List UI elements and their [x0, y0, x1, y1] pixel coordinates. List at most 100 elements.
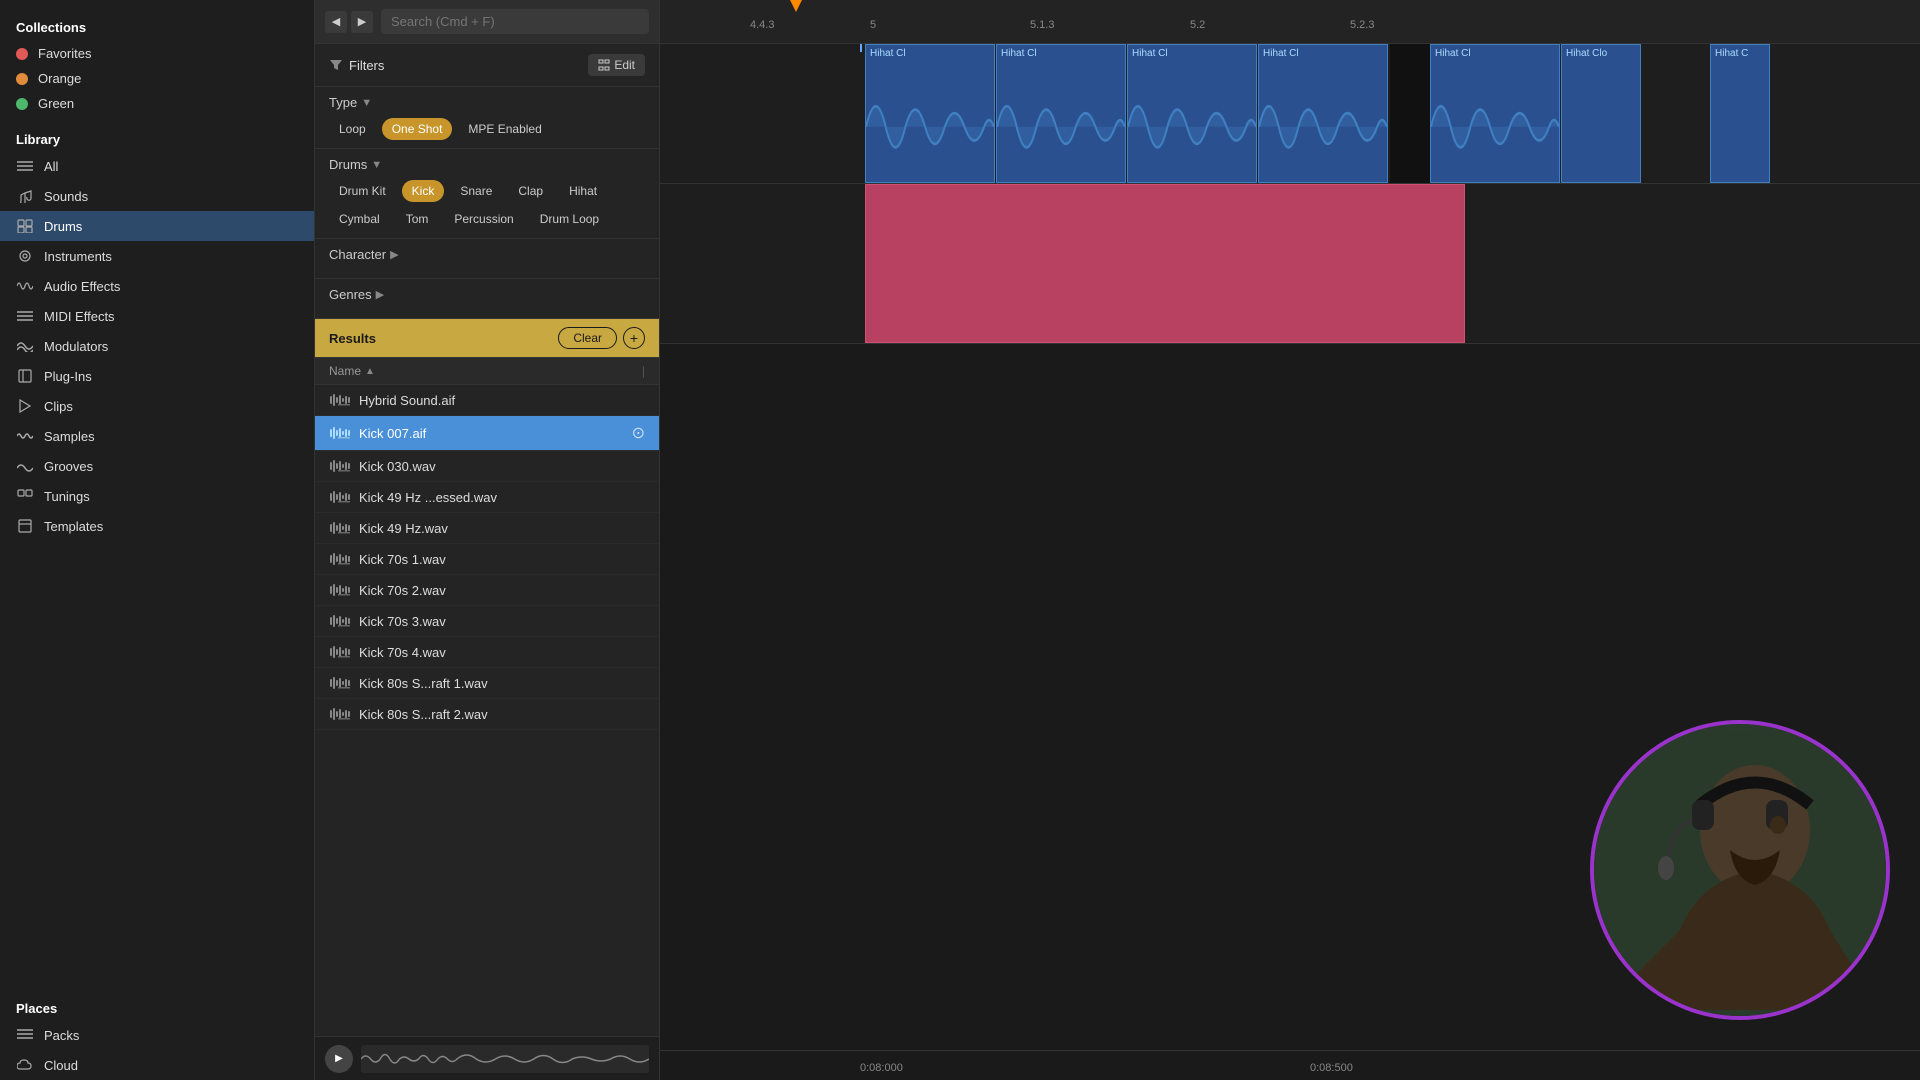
drum-tags: Drum Kit Kick Snare Clap Hihat Cymbal To… [329, 180, 645, 230]
clip[interactable]: Hihat Cl [1430, 44, 1560, 183]
favorites-item[interactable]: Favorites [0, 41, 314, 66]
clip[interactable]: Hihat Cl [1258, 44, 1388, 183]
type-tags: Loop One Shot MPE Enabled [329, 118, 645, 140]
instruments-icon [16, 247, 34, 265]
tag-one-shot[interactable]: One Shot [382, 118, 453, 140]
timeline-marker-3: 5.1.3 [1030, 19, 1054, 31]
tag-snare[interactable]: Snare [450, 180, 502, 202]
clip-group-1: Hihat Cl Hihat Cl Hihat Cl [865, 44, 1389, 183]
nav-tunings-label: Tunings [44, 489, 90, 504]
playhead-marker [790, 0, 802, 12]
tag-clap[interactable]: Clap [508, 180, 553, 202]
search-bar: ◀ ▶ [315, 0, 659, 44]
nav-cloud[interactable]: Cloud [0, 1050, 314, 1080]
nav-samples[interactable]: Samples [0, 421, 314, 451]
add-button[interactable]: + [623, 327, 645, 349]
nav-instruments-label: Instruments [44, 249, 112, 264]
modulators-icon [16, 337, 34, 355]
result-item[interactable]: Kick 007.aif ⊙ [315, 416, 659, 451]
result-item[interactable]: Kick 80s S...raft 1.wav [315, 668, 659, 699]
result-item[interactable]: Kick 70s 1.wav [315, 544, 659, 575]
nav-arrows: ◀ ▶ [325, 11, 373, 33]
tag-drum-kit[interactable]: Drum Kit [329, 180, 396, 202]
drums-filter-header[interactable]: Drums ▼ [329, 157, 645, 172]
result-item[interactable]: Kick 70s 2.wav [315, 575, 659, 606]
genres-filter-header[interactable]: Genres ▶ [329, 287, 645, 302]
nav-plugins-label: Plug-Ins [44, 369, 92, 384]
pink-clip-bg[interactable] [865, 184, 1465, 343]
tag-kick[interactable]: Kick [402, 180, 445, 202]
result-item[interactable]: Kick 49 Hz ...essed.wav [315, 482, 659, 513]
tag-mpe-enabled[interactable]: MPE Enabled [458, 118, 551, 140]
favorites-dot [16, 48, 28, 60]
green-item[interactable]: Green [0, 91, 314, 116]
nav-sounds[interactable]: Sounds [0, 181, 314, 211]
clip[interactable]: Hihat C [1710, 44, 1770, 183]
name-column-header: Name ▲ [329, 364, 642, 378]
nav-cloud-label: Cloud [44, 1058, 78, 1073]
tag-drum-loop[interactable]: Drum Loop [530, 208, 609, 230]
preview-play-button[interactable]: ▶ [325, 1045, 353, 1073]
result-item[interactable]: Hybrid Sound.aif [315, 385, 659, 416]
nav-clips[interactable]: Clips [0, 391, 314, 421]
preview-icon[interactable]: ⊙ [632, 423, 645, 443]
orange-dot [16, 73, 28, 85]
tag-tom[interactable]: Tom [396, 208, 439, 230]
timeline-marker-1: 4.4.3 [750, 19, 774, 31]
nav-all-label: All [44, 159, 58, 174]
nav-templates[interactable]: Templates [0, 511, 314, 541]
type-filter-header[interactable]: Type ▼ [329, 95, 645, 110]
nav-plugins[interactable]: Plug-Ins [0, 361, 314, 391]
results-list: Hybrid Sound.aif Kick 007.aif ⊙ [315, 385, 659, 1036]
nav-midi-effects[interactable]: MIDI Effects [0, 301, 314, 331]
nav-drums-label: Drums [44, 219, 82, 234]
midi-effects-icon [16, 307, 34, 325]
nav-instruments[interactable]: Instruments [0, 241, 314, 271]
tag-loop[interactable]: Loop [329, 118, 376, 140]
time-right: 0:08:500 [1310, 1062, 1353, 1074]
nav-grooves[interactable]: Grooves [0, 451, 314, 481]
waveform-display [361, 1045, 649, 1073]
green-label: Green [38, 96, 74, 111]
plugins-icon [16, 367, 34, 385]
result-item[interactable]: Kick 030.wav [315, 451, 659, 482]
clip[interactable]: Hihat Cl [1127, 44, 1257, 183]
clear-button[interactable]: Clear [558, 327, 617, 349]
type-chevron-icon: ▼ [361, 97, 372, 109]
clip[interactable]: Hihat Clo [1561, 44, 1641, 183]
results-list-header: Name ▲ | [315, 358, 659, 385]
clip-group-2: Hihat Cl Hihat Clo [1430, 44, 1642, 183]
nav-all[interactable]: All [0, 151, 314, 181]
clip[interactable]: Hihat Cl [865, 44, 995, 183]
camera-overlay [1590, 720, 1890, 1020]
nav-modulators[interactable]: Modulators [0, 331, 314, 361]
file-waveform-icon [329, 425, 351, 441]
result-item[interactable]: Kick 70s 3.wav [315, 606, 659, 637]
drums-label: Drums [329, 157, 367, 172]
nav-drums[interactable]: Drums [0, 211, 314, 241]
result-filename: Kick 70s 1.wav [359, 552, 645, 567]
clip[interactable]: Hihat Cl [996, 44, 1126, 183]
character-filter-header[interactable]: Character ▶ [329, 247, 645, 262]
orange-item[interactable]: Orange [0, 66, 314, 91]
result-item[interactable]: Kick 70s 4.wav [315, 637, 659, 668]
nav-audio-effects[interactable]: Audio Effects [0, 271, 314, 301]
nav-tunings[interactable]: Tunings [0, 481, 314, 511]
tag-percussion[interactable]: Percussion [444, 208, 523, 230]
edit-button[interactable]: Edit [588, 54, 645, 76]
clip-label: Hihat Cl [866, 45, 994, 62]
tag-cymbal[interactable]: Cymbal [329, 208, 390, 230]
track-hihat: Hihat Cl Hihat Cl Hihat Cl [660, 44, 1920, 184]
nav-packs[interactable]: Packs [0, 1020, 314, 1050]
result-item[interactable]: Kick 49 Hz.wav [315, 513, 659, 544]
tunings-icon [16, 487, 34, 505]
back-button[interactable]: ◀ [325, 11, 347, 33]
daw-area: 4.4.3 5 5.1.3 5.2 5.2.3 Hihat Cl Hihat C [660, 0, 1920, 1080]
forward-button[interactable]: ▶ [351, 11, 373, 33]
file-waveform-icon [329, 458, 351, 474]
tag-hihat[interactable]: Hihat [559, 180, 607, 202]
filters-title: Filters [329, 58, 384, 73]
genres-filter-group: Genres ▶ [315, 279, 659, 319]
result-item[interactable]: Kick 80s S...raft 2.wav [315, 699, 659, 730]
search-input[interactable] [381, 9, 649, 34]
